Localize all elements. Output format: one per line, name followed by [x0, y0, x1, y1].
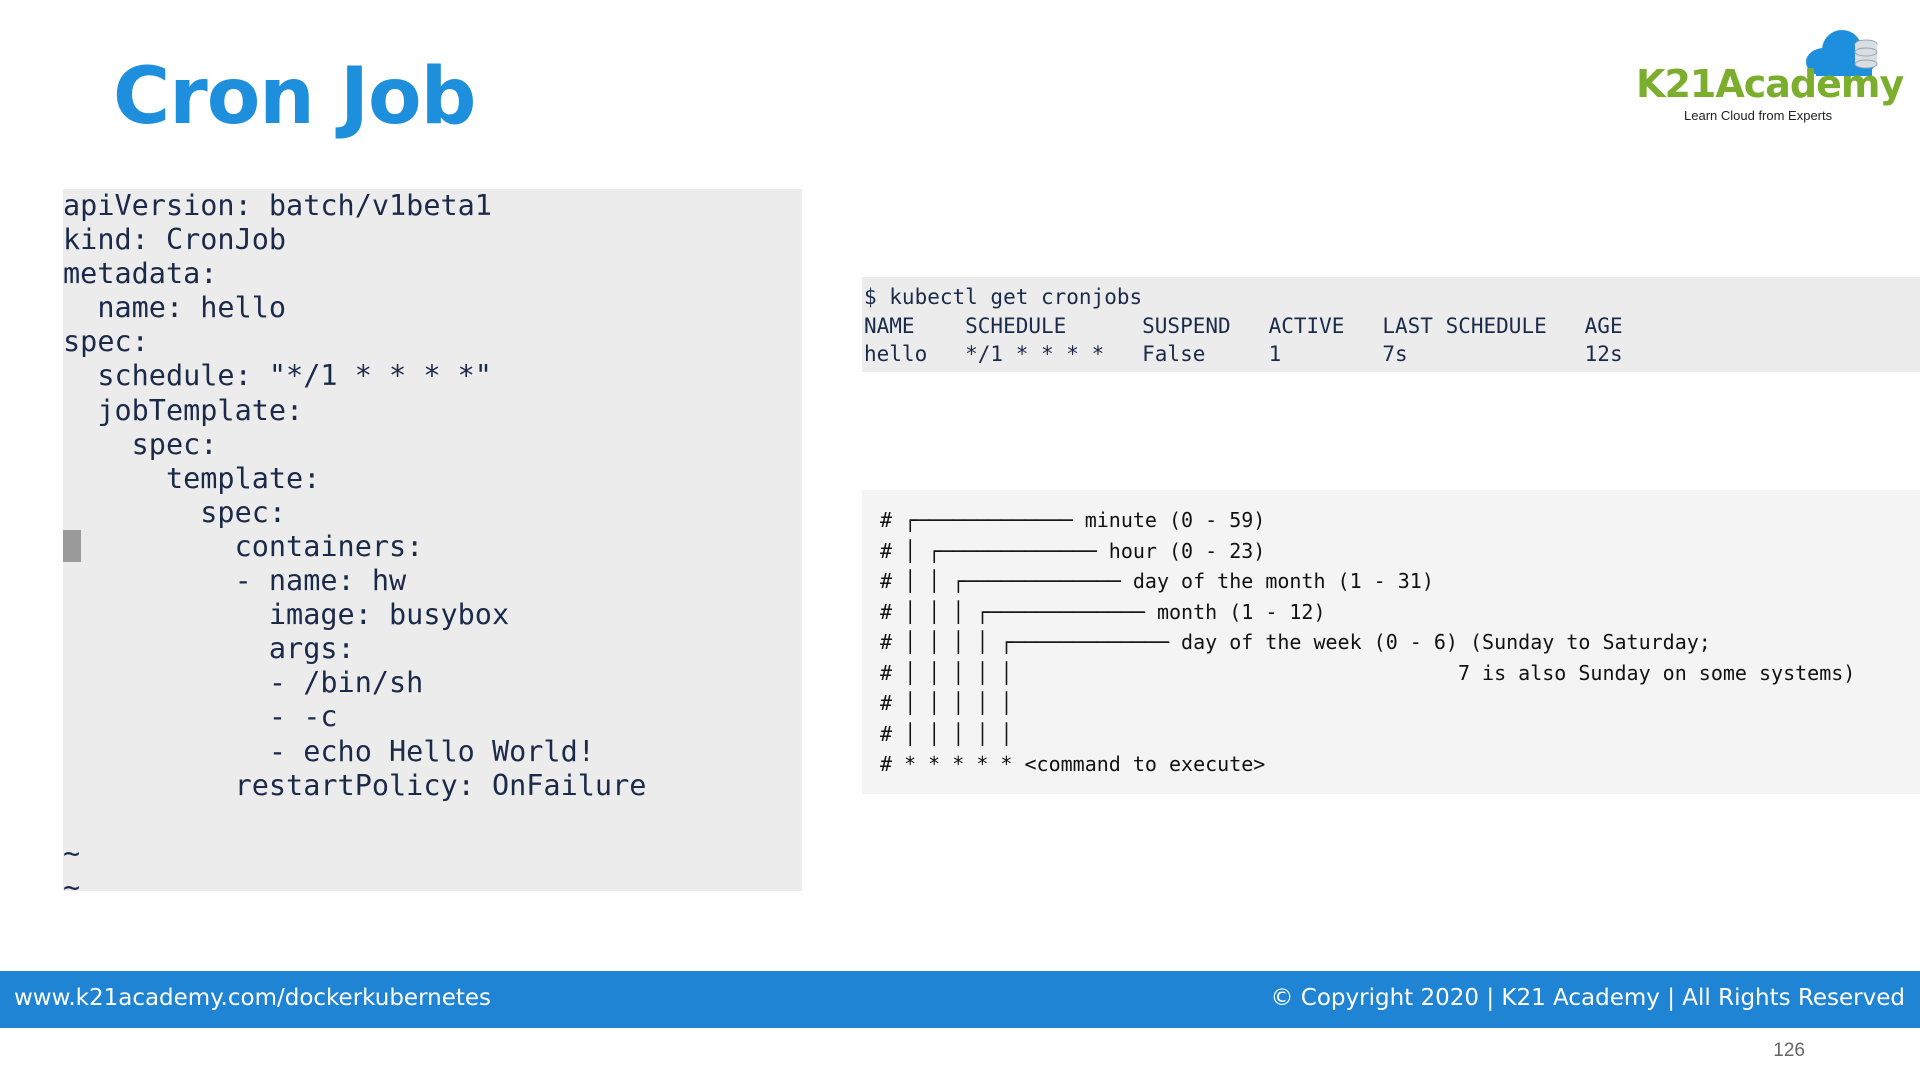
- slide-title: Cron Job: [113, 52, 476, 142]
- logo-tagline: Learn Cloud from Experts: [1684, 108, 1833, 123]
- k21academy-logo: K21Academy Learn Cloud from Experts: [1634, 24, 1904, 124]
- yaml-manifest: apiVersion: batch/v1beta1 kind: CronJob …: [63, 189, 647, 904]
- cron-syntax-diagram: # ┌───────────── minute (0 - 59) # │ ┌──…: [880, 508, 1856, 776]
- footer-url[interactable]: www.k21academy.com/dockerkubernetes: [14, 985, 491, 1011]
- logo-brand: K21Academy: [1636, 62, 1904, 106]
- footer-bar: www.k21academy.com/dockerkubernetes © Co…: [0, 971, 1920, 1028]
- editor-cursor: [63, 530, 81, 562]
- footer-copyright: © Copyright 2020 | K21 Academy | All Rig…: [1270, 985, 1905, 1011]
- kubectl-get-cronjobs-output: $ kubectl get cronjobs NAME SCHEDULE SUS…: [864, 285, 1623, 366]
- yaml-editor-panel: apiVersion: batch/v1beta1 kind: CronJob …: [63, 189, 802, 904]
- kubectl-output-panel: $ kubectl get cronjobs NAME SCHEDULE SUS…: [862, 277, 1920, 372]
- page-number: 126: [1773, 1040, 1805, 1061]
- cron-syntax-panel: # ┌───────────── minute (0 - 59) # │ ┌──…: [862, 490, 1920, 794]
